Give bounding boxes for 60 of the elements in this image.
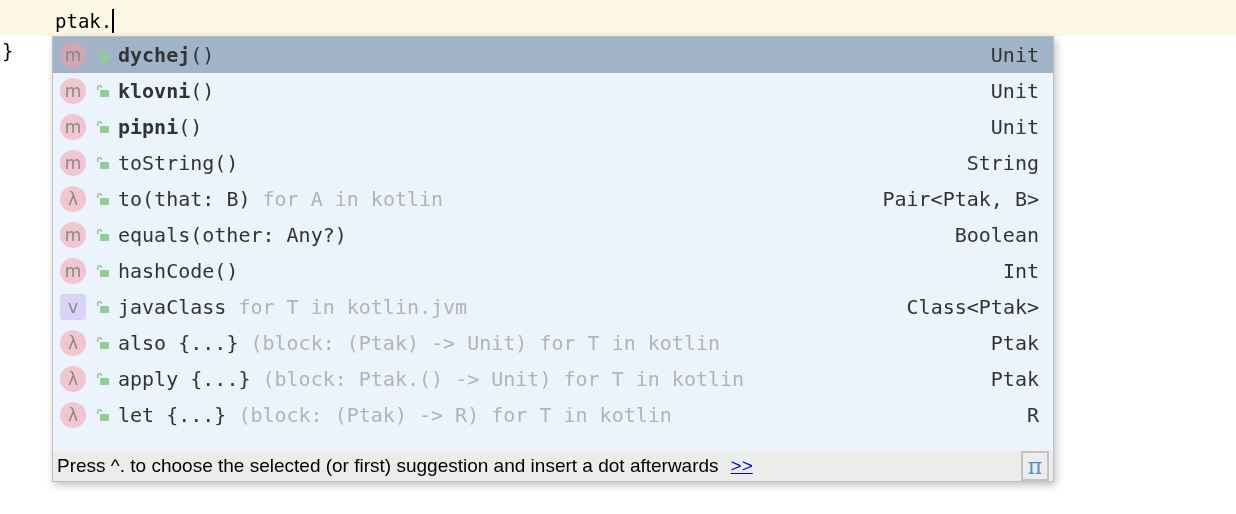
return-type: Unit [990, 43, 1039, 67]
completion-item[interactable]: λ also {...} (block: (Ptak) -> Unit) for T in kotlin Ptak [53, 325, 1053, 361]
return-type: Ptak [990, 367, 1039, 391]
completion-item[interactable]: λ apply {...} (block: Ptak.() -> Unit) for T in kotlin Ptak [53, 361, 1053, 397]
return-type: String [966, 151, 1039, 175]
text-caret [112, 9, 115, 33]
unlock-icon [96, 84, 110, 98]
suggestion-text: klovni() [118, 79, 215, 103]
suggestion-text: also {...} (block: (Ptak) -> Unit) for T in kotlin [118, 331, 721, 355]
suggestion-text: pipni() [118, 115, 203, 139]
suggestion-text: equals(other: Any?) [118, 223, 347, 247]
kind-icon: m [60, 258, 86, 284]
completion-item[interactable]: m hashCode() Int [53, 253, 1053, 289]
completion-item[interactable]: λ to(that: B) for A in kotlin Pair<Ptak, B> [53, 181, 1053, 217]
unlock-icon [96, 228, 110, 242]
kind-icon: λ [60, 186, 86, 212]
unlock-icon [96, 372, 110, 386]
return-type: Unit [990, 79, 1039, 103]
suggestion-text: to(that: B) for A in kotlin [118, 187, 444, 211]
return-type: Boolean [954, 223, 1039, 247]
kind-icon: m [60, 222, 86, 248]
code-line: } [1, 40, 14, 62]
suggestion-text: toString() [118, 151, 239, 175]
unlock-icon [96, 264, 110, 278]
return-type: Int [1002, 259, 1039, 283]
kind-icon: m [60, 150, 86, 176]
completion-item[interactable]: m toString() String [53, 145, 1053, 181]
suggestion-text: dychej() [118, 43, 215, 67]
more-link[interactable]: >> [730, 455, 753, 477]
completion-item[interactable]: m klovni() Unit [53, 73, 1053, 109]
unlock-icon [96, 336, 110, 350]
completion-item[interactable]: v javaClass for T in kotlin.jvm Class<Ptak> [53, 289, 1053, 325]
completion-item[interactable]: λ let {...} (block: (Ptak) -> R) for T in kotlin R [53, 397, 1053, 433]
unlock-icon [96, 120, 110, 134]
kind-icon: m [60, 42, 86, 68]
unlock-icon [96, 192, 110, 206]
suggestion-text: apply {...} (block: Ptak.() -> Unit) for T in kotlin [118, 367, 745, 391]
code-line: ptak. [55, 10, 113, 32]
unlock-icon [96, 48, 110, 62]
return-type: R [1026, 403, 1039, 427]
unlock-icon [96, 408, 110, 422]
suggestion-text: hashCode() [118, 259, 239, 283]
hint-text: Press ^. to choose the selected (or first) suggestion and insert a dot afterwards [57, 455, 719, 477]
suggestion-text: let {...} (block: (Ptak) -> R) for T in kotlin [118, 403, 672, 427]
kind-icon: λ [60, 330, 86, 356]
kind-icon: v [60, 294, 86, 320]
kind-icon: m [60, 78, 86, 104]
kind-icon: m [60, 114, 86, 140]
completion-item[interactable]: m pipni() Unit [53, 109, 1053, 145]
completion-item[interactable]: m dychej() Unit [53, 37, 1053, 73]
kind-icon: λ [60, 402, 86, 428]
kind-icon: λ [60, 366, 86, 392]
return-type: Class<Ptak> [906, 295, 1039, 319]
completion-item[interactable]: m equals(other: Any?) Boolean [53, 217, 1053, 253]
unlock-icon [96, 300, 110, 314]
unlock-icon [96, 156, 110, 170]
return-type: Unit [990, 115, 1039, 139]
return-type: Ptak [990, 331, 1039, 355]
return-type: Pair<Ptak, B> [882, 187, 1039, 211]
suggestion-text: javaClass for T in kotlin.jvm [118, 295, 468, 319]
